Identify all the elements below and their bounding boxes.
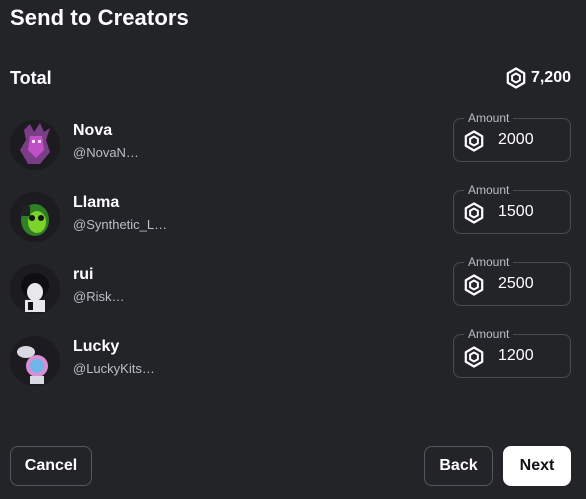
amount-field-label: Amount: [464, 255, 514, 269]
amount-value[interactable]: 2500: [498, 275, 534, 293]
cancel-button[interactable]: Cancel: [10, 446, 92, 486]
creator-row: rui @Risk… Amount 2500: [10, 255, 571, 318]
amount-value[interactable]: 2000: [498, 131, 534, 149]
creator-handle: @NovaN…: [73, 145, 139, 160]
amount-input[interactable]: Amount 1200: [453, 327, 571, 378]
creator-row: Llama @Synthetic_L… Amount 1500: [10, 183, 571, 246]
robux-icon: [505, 67, 527, 89]
next-button[interactable]: Next: [503, 446, 571, 486]
avatar: [10, 120, 60, 170]
creator-row: Lucky @LuckyKits… Amount 1200: [10, 327, 571, 390]
robux-icon: [463, 274, 485, 301]
creator-name: rui: [73, 266, 94, 283]
avatar: [10, 264, 60, 314]
dialog-title: Send to Creators: [10, 5, 189, 30]
creator-handle: @Risk…: [73, 289, 125, 304]
amount-field-label: Amount: [464, 183, 514, 197]
amount-input[interactable]: Amount 2000: [453, 111, 571, 162]
avatar: [10, 192, 60, 242]
amount-value[interactable]: 1200: [498, 347, 534, 365]
send-to-creators-dialog: Send to Creators Total 7,200 Nova @NovaN…: [0, 0, 586, 499]
total-row: Total 7,200: [10, 64, 571, 92]
avatar: [10, 336, 60, 386]
total-amount: 7,200: [505, 67, 571, 89]
back-button[interactable]: Back: [424, 446, 493, 486]
robux-icon: [463, 346, 485, 373]
amount-field-label: Amount: [464, 327, 514, 341]
creator-handle: @Synthetic_L…: [73, 217, 168, 232]
creator-row: Nova @NovaN… Amount 2000: [10, 111, 571, 174]
creator-handle: @LuckyKits…: [73, 361, 155, 376]
total-amount-value: 7,200: [530, 69, 571, 86]
creator-name: Llama: [73, 194, 120, 211]
amount-input[interactable]: Amount 2500: [453, 255, 571, 306]
amount-field-label: Amount: [464, 111, 514, 125]
robux-icon: [463, 202, 485, 229]
total-label: Total: [10, 67, 52, 88]
creator-name: Nova: [73, 122, 113, 139]
robux-icon: [463, 130, 485, 157]
creator-name: Lucky: [73, 338, 120, 355]
amount-input[interactable]: Amount 1500: [453, 183, 571, 234]
amount-value[interactable]: 1500: [498, 203, 534, 221]
